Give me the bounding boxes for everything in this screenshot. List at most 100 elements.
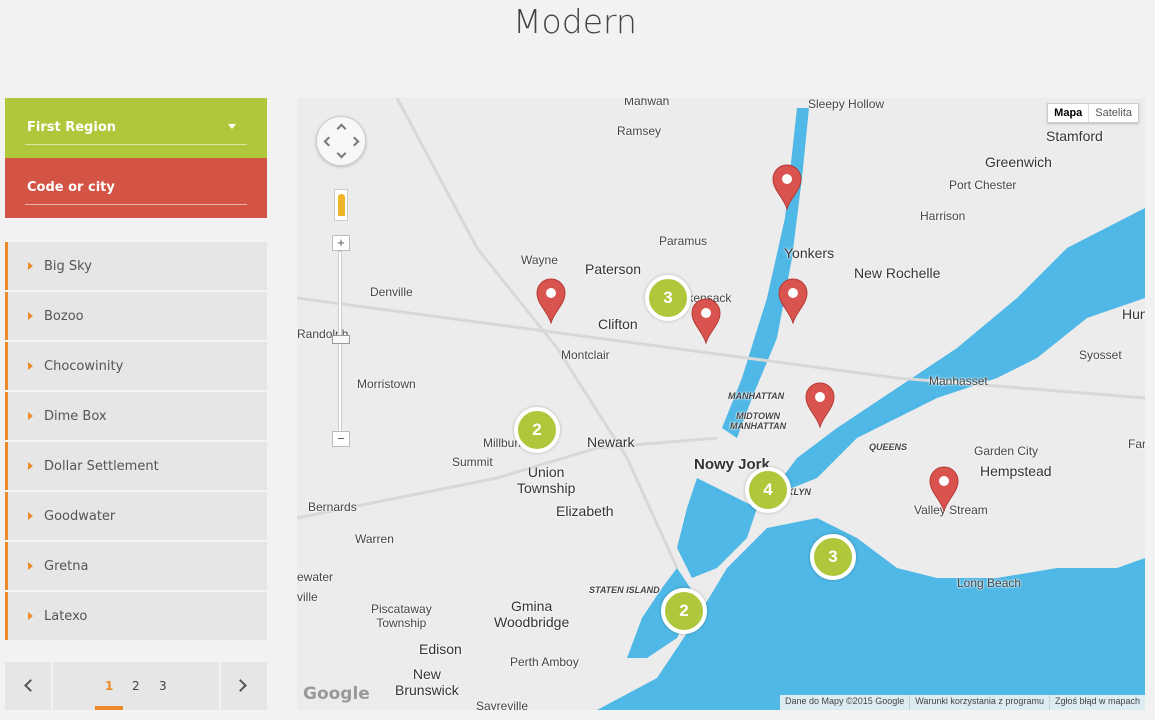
marker-cluster[interactable]: 2 (514, 407, 560, 453)
zoom-out-button[interactable]: − (332, 431, 350, 447)
pan-right-icon[interactable] (349, 136, 360, 147)
location-name: Gretna (44, 559, 89, 574)
map-label: Newark (587, 434, 635, 450)
marker-cluster[interactable]: 2 (661, 588, 707, 634)
map-data-credit: Dane do Mapy ©2015 Google (785, 696, 905, 706)
pagination: 1 2 3 (5, 662, 267, 710)
active-page-indicator (95, 706, 123, 710)
map-label: Clifton (598, 316, 638, 332)
map-label: Paramus (659, 234, 708, 248)
street-view-pegman[interactable] (334, 189, 348, 221)
map[interactable]: Mahwah Sleepy Hollow Ramsey Stamford Greenwi… (297, 98, 1145, 710)
next-page-button[interactable] (221, 662, 267, 710)
terms-link[interactable]: Warunki korzystania z programu (909, 695, 1049, 710)
list-item[interactable]: Dollar Settlement (5, 442, 267, 490)
map-label: Paterson (585, 261, 642, 277)
page-3-link[interactable]: 3 (159, 679, 167, 693)
location-name: Goodwater (44, 509, 116, 524)
map-label: Denville (370, 285, 413, 299)
map-label: Montclair (561, 348, 610, 362)
location-pin-icon[interactable] (771, 164, 803, 211)
hudson-river (722, 108, 809, 438)
location-name: Chocowinity (44, 359, 124, 374)
page-2-link[interactable]: 2 (132, 679, 140, 693)
location-pin-icon[interactable] (535, 278, 567, 325)
location-list: Big Sky Bozoo Chocowinity Dime Box Dolla… (5, 242, 267, 642)
map-label: Greenwich (985, 154, 1052, 170)
map-label: STATEN ISLAND (589, 585, 660, 595)
map-label: Bernards (308, 500, 357, 514)
map-label: QUEENS (869, 442, 908, 452)
location-name: Latexo (44, 609, 88, 624)
map-label: Yonkers (784, 245, 835, 261)
pan-down-icon[interactable] (336, 148, 347, 159)
caret-right-icon (28, 562, 33, 570)
map-type-map-button[interactable]: Mapa (1048, 104, 1090, 122)
location-name: Dime Box (44, 409, 107, 424)
list-item[interactable]: Gretna (5, 542, 267, 590)
map-label: Gmina Woodbridge (494, 598, 570, 630)
pan-left-icon[interactable] (323, 136, 334, 147)
chevron-left-icon (24, 679, 37, 692)
map-label: New Brunswick (395, 666, 459, 698)
marker-cluster[interactable]: 3 (645, 275, 691, 321)
location-name: Bozoo (44, 309, 84, 324)
map-label: Sleepy Hollow (808, 98, 885, 111)
map-label: Mahwah (624, 98, 670, 108)
map-label: New Rochelle (854, 265, 941, 281)
city-input[interactable]: Code or city (5, 158, 267, 218)
caret-right-icon (28, 612, 33, 620)
page-title: Modern (513, 2, 637, 41)
zoom-in-button[interactable]: + (332, 235, 350, 251)
list-item[interactable]: Latexo (5, 592, 267, 640)
chevron-down-icon (228, 124, 236, 129)
prev-page-button[interactable] (5, 662, 51, 710)
caret-right-icon (28, 462, 33, 470)
map-label: Hempstead (980, 463, 1052, 479)
map-label: Piscataway Township (371, 602, 432, 630)
list-item[interactable]: Goodwater (5, 492, 267, 540)
map-label: Sayreville (476, 699, 529, 710)
highway (395, 98, 679, 569)
city-input-placeholder: Code or city (27, 180, 115, 195)
map-label: MANHATTAN (728, 391, 785, 401)
location-pin-icon[interactable] (777, 278, 809, 325)
google-logo: Google (303, 684, 370, 704)
map-label: Morristown (357, 377, 416, 391)
map-label: Warren (355, 532, 394, 546)
pan-up-icon[interactable] (336, 123, 347, 134)
list-item[interactable]: Chocowinity (5, 342, 267, 390)
map-label: Port Chester (949, 178, 1017, 192)
list-item[interactable]: Dime Box (5, 392, 267, 440)
map-label: MIDTOWN MANHATTAN (730, 411, 787, 431)
pan-control[interactable] (316, 116, 366, 166)
map-label: Garden City (974, 444, 1039, 458)
region-select[interactable]: First Region (5, 98, 267, 158)
map-type-satellite-button[interactable]: Satelita (1089, 104, 1138, 122)
caret-right-icon (28, 412, 33, 420)
location-name: Big Sky (44, 259, 92, 274)
map-label: Stamford (1046, 128, 1103, 144)
page-1-link[interactable]: 1 (105, 679, 113, 693)
map-label: Ramsey (617, 124, 662, 138)
map-label: Summit (452, 455, 493, 469)
location-pin-icon[interactable] (690, 298, 722, 345)
zoom-slider-handle[interactable] (332, 335, 350, 344)
location-pin-icon[interactable] (804, 382, 836, 429)
list-item[interactable]: Big Sky (5, 242, 267, 290)
chevron-right-icon (234, 679, 247, 692)
map-label: Perth Amboy (510, 655, 579, 669)
location-pin-icon[interactable] (928, 466, 960, 513)
caret-right-icon (28, 512, 33, 520)
page-numbers: 1 2 3 (53, 662, 219, 710)
map-type-control: Mapa Satelita (1047, 103, 1139, 123)
map-label: Union Township (517, 464, 576, 496)
region-select-label: First Region (27, 120, 117, 135)
list-item[interactable]: Bozoo (5, 292, 267, 340)
marker-cluster[interactable]: 4 (745, 467, 791, 513)
map-label: Long Beach (957, 576, 1022, 590)
map-label: Harrison (920, 209, 966, 223)
map-label: Manhasset (929, 374, 988, 388)
marker-cluster[interactable]: 3 (810, 534, 856, 580)
report-error-link[interactable]: Zgłoś błąd w mapach (1048, 695, 1145, 710)
